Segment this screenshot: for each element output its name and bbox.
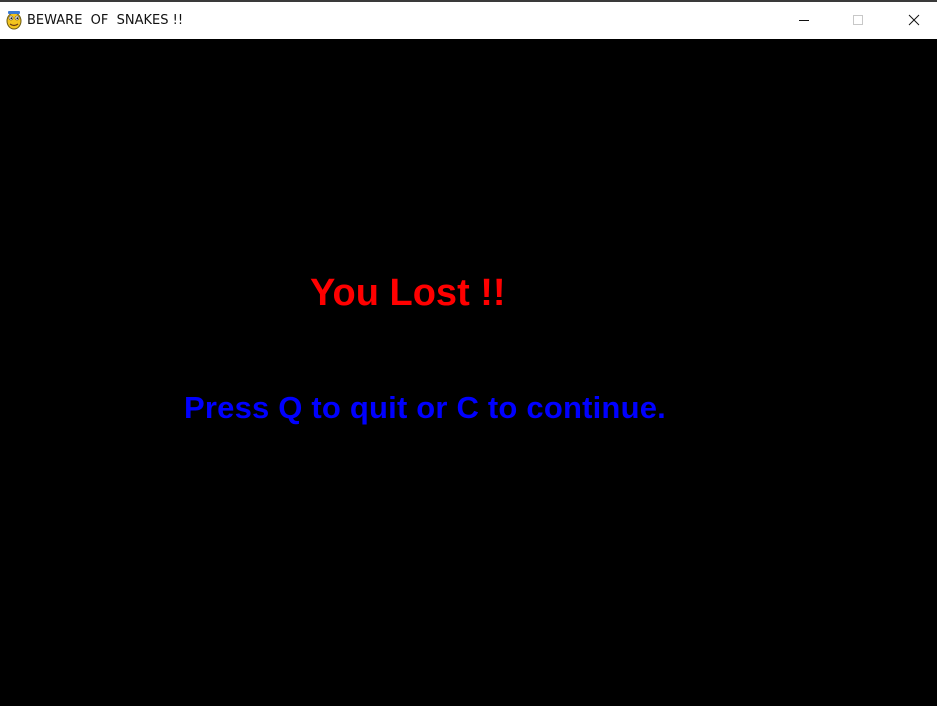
- minimize-icon: [798, 11, 810, 30]
- pygame-snake-icon: [5, 10, 23, 30]
- game-window: BEWARE OF SNAKES !! You Lost !! Press Q …: [0, 0, 937, 706]
- title-bar[interactable]: BEWARE OF SNAKES !!: [0, 2, 937, 39]
- continue-prompt: Press Q to quit or C to continue.: [184, 390, 666, 425]
- game-over-message: You Lost !!: [310, 272, 506, 314]
- close-icon: [908, 11, 920, 30]
- game-canvas[interactable]: You Lost !! Press Q to quit or C to cont…: [0, 39, 937, 706]
- window-title: BEWARE OF SNAKES !!: [27, 13, 184, 28]
- close-button[interactable]: [891, 2, 937, 39]
- maximize-button[interactable]: [835, 2, 881, 39]
- minimize-button[interactable]: [781, 2, 827, 39]
- maximize-icon: [852, 11, 864, 30]
